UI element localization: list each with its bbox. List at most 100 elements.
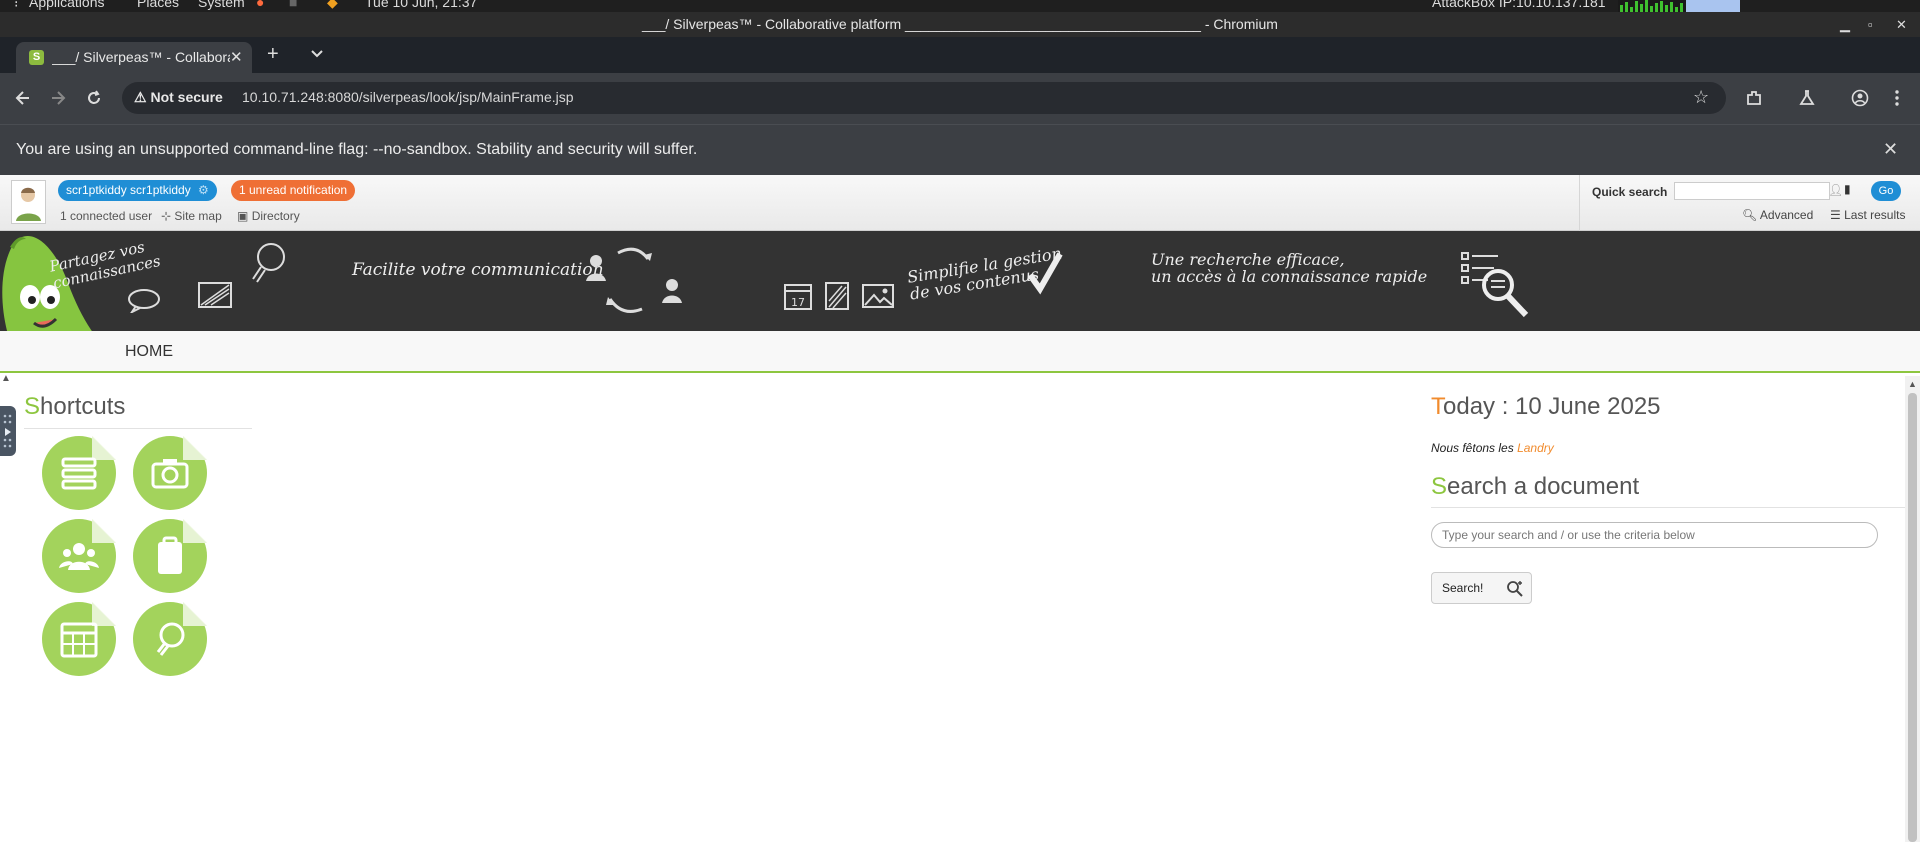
collapse-header-icon[interactable]: ▲: [1, 373, 11, 384]
document-sketch-icon: [198, 282, 232, 308]
main-nav: HOME: [0, 331, 1920, 373]
lightbulb-icon: [156, 622, 185, 656]
document-search-icon[interactable]: ▮: [1844, 182, 1851, 196]
user-name: scr1ptkiddy scr1ptkiddy: [66, 183, 191, 197]
quick-search-input[interactable]: [1674, 182, 1830, 200]
camera-icon: [151, 459, 189, 489]
user-menu-button[interactable]: scr1ptkiddy scr1ptkiddy ⚙: [58, 180, 217, 201]
minimize-icon[interactable]: ▁: [1840, 12, 1850, 37]
clipboard-icon: [158, 536, 182, 574]
svg-text:17: 17: [791, 296, 805, 309]
address-bar[interactable]: ⚠ Not secure 10.10.71.248:8080/silverpea…: [122, 82, 1726, 114]
calendar-sketch-icon: 17: [784, 284, 812, 310]
banner-slogan-communication: Facilite votre communication: [352, 260, 604, 280]
shortcut-ideas[interactable]: [133, 602, 207, 676]
shortcut-books[interactable]: [42, 436, 116, 510]
close-tab-icon[interactable]: ✕: [230, 48, 243, 66]
back-icon[interactable]: [14, 89, 32, 107]
notifications-button[interactable]: 1 unread notification: [231, 180, 356, 201]
search-list-sketch-icon: [1461, 252, 1529, 318]
bookmark-star-icon[interactable]: ☆: [1693, 87, 1709, 108]
places-menu[interactable]: Places: [137, 0, 179, 10]
extensions-icon[interactable]: [1745, 89, 1763, 107]
shortcut-planning[interactable]: [42, 602, 116, 676]
machine-ip: AttackBox IP:10.10.137.181: [1432, 0, 1606, 10]
close-window-icon[interactable]: ✕: [1896, 12, 1907, 37]
shortcut-community[interactable]: [42, 519, 116, 593]
feast-of-day: Nous fêtons les Landry: [1431, 441, 1554, 455]
sitemap-icon: ⊹: [161, 209, 172, 223]
network-indicator: [1686, 0, 1740, 12]
cpu-graph: [1618, 0, 1686, 12]
system-menu[interactable]: System: [198, 0, 245, 10]
people-icon: [59, 543, 99, 570]
user-search-icon[interactable]: 👤︎: [1828, 183, 1843, 197]
scroll-up-icon[interactable]: ▲: [1908, 379, 1917, 389]
tab-strip: S ___/ Silverpeas™ - Collaborative platf…: [0, 37, 1920, 73]
restore-icon[interactable]: ▫: [1868, 12, 1873, 37]
notepad-sketch-icon: [825, 282, 849, 310]
advanced-search-link[interactable]: 🔍︎ Advanced: [1742, 208, 1813, 222]
clock: Tue 10 Jun, 21:37: [365, 0, 478, 10]
tab-search-icon[interactable]: [310, 47, 324, 61]
lightbulb-sketch-icon: [252, 243, 285, 283]
nav-home[interactable]: HOME: [125, 343, 173, 361]
gear-icon[interactable]: ⚙: [198, 180, 209, 201]
checkmark-icon: [1027, 252, 1063, 295]
silverpeas-favicon-icon: S: [29, 50, 44, 65]
saint-name[interactable]: Landry: [1517, 441, 1554, 455]
calendar-grid-icon: [60, 622, 98, 658]
apps-menu-icon[interactable]: ⁝: [14, 0, 18, 11]
image-sketch-icon: [862, 284, 894, 308]
labs-flask-icon[interactable]: [1798, 89, 1816, 107]
firefox-launcher-icon[interactable]: ●: [256, 0, 264, 10]
shortcut-tasks[interactable]: [133, 519, 207, 593]
profile-icon[interactable]: [1851, 89, 1869, 107]
new-tab-icon[interactable]: +: [267, 43, 279, 66]
terminal-launcher-icon[interactable]: ■: [289, 0, 297, 10]
banner-slogan-search: Une recherche efficace, un accès à la con…: [1151, 250, 1428, 286]
security-indicator[interactable]: ⚠ Not secure: [134, 89, 223, 106]
document-search-input[interactable]: Type your search and / or use the criter…: [1431, 522, 1878, 548]
quick-search-panel: Quick search 👤︎ ▮ Go 🔍︎ Advanced ☰ Last …: [1579, 175, 1920, 231]
quick-search-go-button[interactable]: Go: [1871, 181, 1901, 201]
search-divider: [1431, 507, 1907, 508]
communication-cycle-icon: [586, 247, 682, 313]
shortcuts-divider: [24, 428, 252, 429]
scrollbar-thumb[interactable]: [1908, 393, 1917, 842]
site-map-link[interactable]: ⊹ Site map: [161, 209, 222, 223]
connected-users-link[interactable]: 1 connected user: [60, 209, 152, 223]
window-title-bar: ___/ Silverpeas™ - Collaborative platfor…: [0, 12, 1920, 37]
search-button[interactable]: Search!: [1431, 572, 1532, 604]
url-text[interactable]: 10.10.71.248:8080/silverpeas/look/jsp/Ma…: [242, 89, 574, 105]
side-panel-toggle[interactable]: [0, 406, 16, 456]
directory-link[interactable]: ▣ Directory: [237, 209, 300, 223]
silverpeas-header: scr1ptkiddy scr1ptkiddy ⚙ 1 unread notif…: [0, 175, 1920, 231]
search-plus-icon: [1506, 580, 1524, 598]
speech-bubbles-icon: [128, 289, 160, 313]
shortcut-media[interactable]: [133, 436, 207, 510]
last-results-link[interactable]: ☰ Last results: [1830, 208, 1905, 222]
shortcuts-title: Shortcuts: [24, 393, 126, 420]
forward-icon[interactable]: [49, 89, 67, 107]
advanced-search-icon: 🔍︎: [1742, 208, 1758, 222]
reload-icon[interactable]: [85, 89, 103, 107]
warning-text: You are using an unsupported command-lin…: [16, 141, 698, 158]
os-top-bar: ⁝ Applications Places System ● ■ ◆ Tue 1…: [0, 0, 1920, 12]
list-icon: ☰: [1830, 208, 1841, 222]
page-scrollbar[interactable]: ▲: [1905, 376, 1920, 842]
window-title: ___/ Silverpeas™ - Collaborative platfor…: [642, 16, 1278, 32]
applications-menu[interactable]: Applications: [29, 0, 105, 10]
books-icon: [61, 457, 97, 490]
avatar[interactable]: [11, 180, 46, 224]
app-launcher-icon[interactable]: ◆: [327, 0, 338, 11]
close-warning-icon[interactable]: ✕: [1883, 139, 1898, 160]
browser-menu-icon[interactable]: [1888, 89, 1906, 107]
toolbar: ⚠ Not secure 10.10.71.248:8080/silverpea…: [0, 73, 1920, 124]
sandbox-warning-bar: You are using an unsupported command-lin…: [0, 124, 1920, 175]
banner: Partagez vos connaissances Facilite votr…: [0, 231, 1920, 363]
today-title: Today : 10 June 2025: [1431, 393, 1661, 420]
search-button-label: Search!: [1442, 581, 1484, 595]
tab-title: ___/ Silverpeas™ - Collaborative platfor…: [52, 49, 230, 65]
browser-tab[interactable]: S ___/ Silverpeas™ - Collaborative platf…: [16, 42, 252, 73]
